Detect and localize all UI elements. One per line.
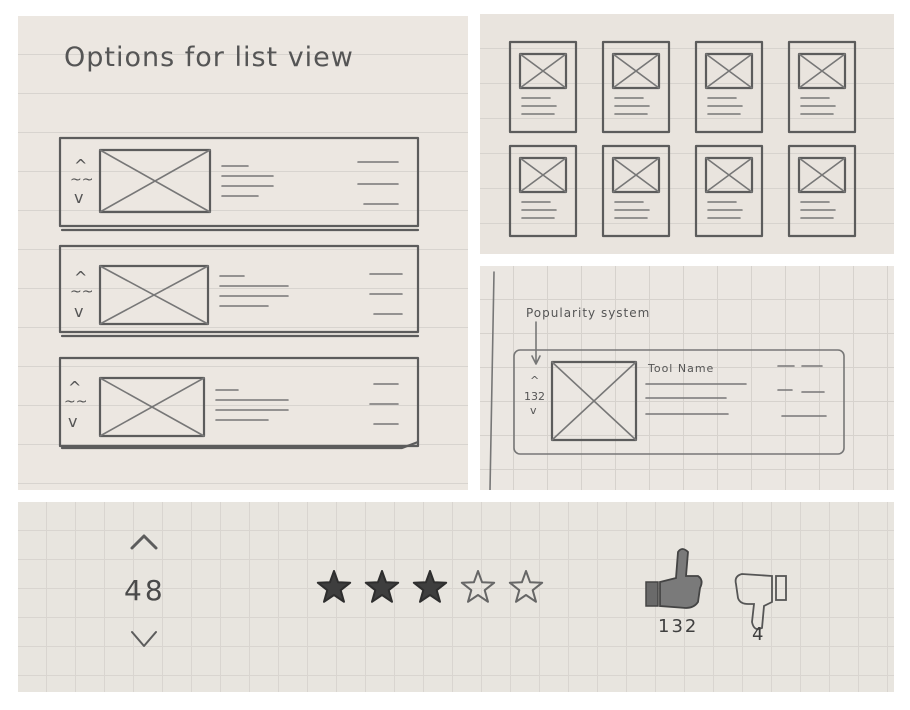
rating-vote-down: v [136,672,137,673]
grid-card [508,40,578,134]
popularity-vote-up: ^ [530,374,540,387]
popularity-annotation: Popularity system [526,306,651,320]
chevron-up-icon [130,534,158,550]
popularity-drawing [489,271,845,490]
list-row-2-vote-mid: ~~ [70,284,94,300]
popularity-count: 132 [524,390,545,403]
grid-card [694,144,764,238]
grid-card [694,40,764,134]
grid-card [601,144,671,238]
list-view-drawing [58,136,420,450]
grid-card [787,40,857,134]
rating-vote-up: ^ [136,508,137,509]
star-outline-icon [460,570,496,603]
rating-vote-count: 48 [124,574,166,607]
grid-view-sketch [480,14,894,254]
grid-card [787,144,857,238]
list-row-3-vote-down: v [68,412,78,431]
popularity-tool-name: Tool Name [648,362,715,375]
star-filled-icon [364,570,400,603]
list-row-1-vote-mid: ~~ [70,172,94,188]
thumbs-up-icon [645,548,703,609]
star-outline-icon [508,570,544,603]
grid-view-drawing [508,40,857,238]
list-view-sketch: Options for list view ^ ~~ v ^ ~~ v ^ ~~… [18,16,468,490]
popularity-system-sketch: Popularity system ^ 132 v Tool Name [480,266,894,490]
arrow-down-icon [531,321,541,365]
rating-options-sketch: ^ 48 v 132 4 [18,502,894,692]
list-row-2-vote-down: v [74,302,84,321]
grid-card [601,40,671,134]
thumbs-up-count: 132 [658,616,699,637]
star-filled-icon [316,570,352,603]
list-row-1 [58,136,420,232]
thumbs-down-count: 4 [752,624,764,645]
list-row-2 [58,244,420,338]
star-filled-icon [412,570,448,603]
thumbs-down-icon [734,573,787,631]
popularity-vote-down: v [530,404,537,417]
list-row-3 [58,356,420,450]
chevron-down-icon [131,631,157,647]
grid-card [508,144,578,238]
list-row-1-vote-down: v [74,188,84,207]
list-row-3-vote-mid: ~~ [64,394,88,410]
